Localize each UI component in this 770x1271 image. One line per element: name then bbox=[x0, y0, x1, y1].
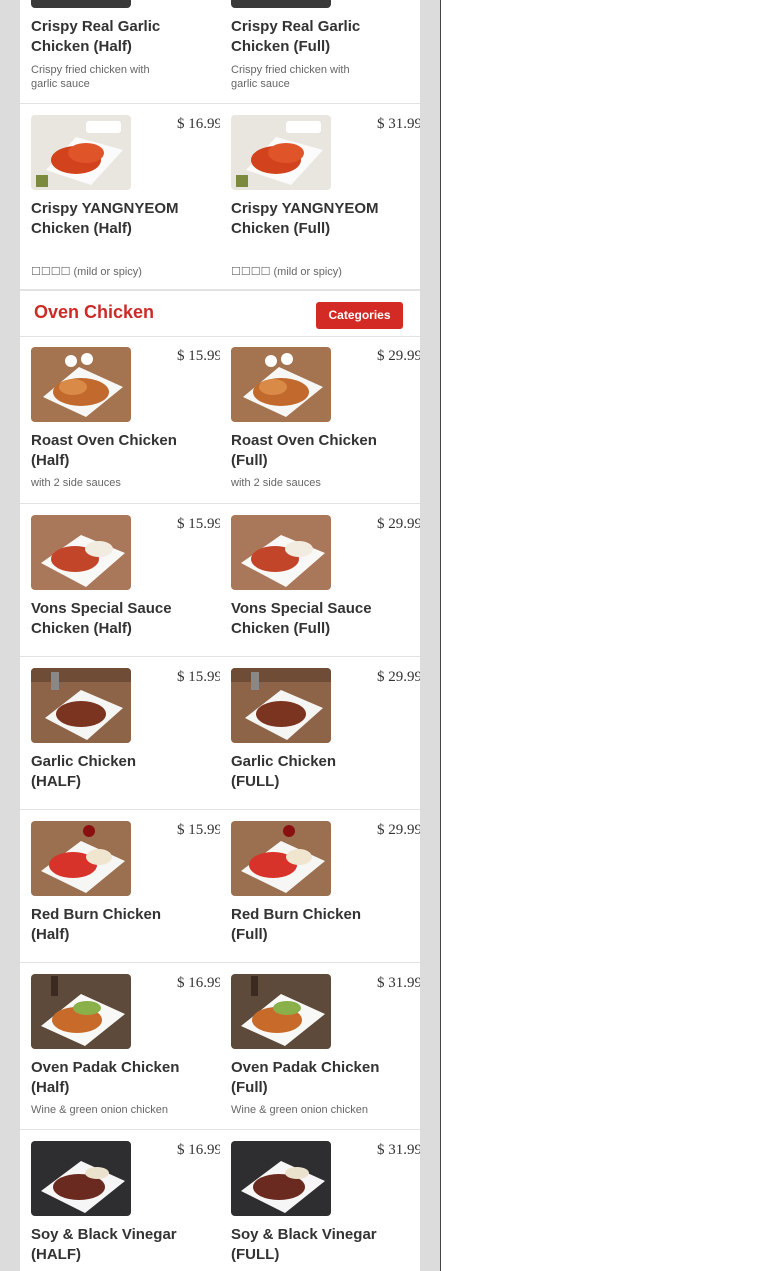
category-header: Oven Chicken Categories bbox=[20, 290, 420, 337]
menu-row: Crispy Real Garlic Chicken (Half) Crispy… bbox=[20, 0, 420, 104]
categories-button[interactable]: Categories bbox=[316, 302, 403, 329]
menu-item-vons-special-half[interactable]: $ 15.99 Vons Special Sauce Chicken (Half… bbox=[20, 504, 220, 656]
left-gutter bbox=[0, 0, 20, 1271]
item-name: Crispy Real Garlic Chicken (Full) bbox=[231, 18, 361, 55]
item-price: $ 15.99 bbox=[177, 516, 220, 532]
item-photo bbox=[231, 0, 331, 8]
item-photo bbox=[31, 347, 131, 422]
menu-item-oven-padak-full[interactable]: $ 31.99 Oven Padak Chicken (Full) Wine &… bbox=[220, 963, 420, 1129]
item-name: Oven Padak Chicken (Half) bbox=[31, 1059, 180, 1096]
menu-item-oven-padak-half[interactable]: $ 16.99 Oven Padak Chicken (Half) Wine &… bbox=[20, 963, 220, 1129]
menu-item-crispy-garlic-half[interactable]: Crispy Real Garlic Chicken (Half) Crispy… bbox=[20, 0, 220, 103]
item-photo bbox=[231, 668, 331, 743]
item-photo bbox=[31, 0, 131, 8]
pane-divider bbox=[440, 0, 441, 1271]
item-name: Crispy YANGNYEOM Chicken (Full) bbox=[231, 200, 379, 237]
item-photo bbox=[31, 1141, 131, 1216]
item-description: Wine & green onion chicken bbox=[31, 1104, 168, 1116]
menu-item-soy-vinegar-half[interactable]: $ 16.99 Soy & Black Vinegar (HALF) bbox=[20, 1130, 220, 1271]
item-price: $ 15.99 bbox=[177, 669, 220, 685]
item-name: Roast Oven Chicken (Half) bbox=[31, 432, 177, 469]
menu-item-yangnyeom-full[interactable]: $ 31.99 Crispy YANGNYEOM Chicken (Full) … bbox=[220, 104, 420, 289]
item-price: $ 15.99 bbox=[177, 348, 220, 364]
item-price: $ 16.99 bbox=[177, 975, 220, 991]
menu-row: $ 15.99 Vons Special Sauce Chicken (Half… bbox=[20, 504, 420, 657]
item-name: Oven Padak Chicken (Full) bbox=[231, 1059, 380, 1096]
item-name: Garlic Chicken (FULL) bbox=[231, 753, 337, 790]
menu-item-roast-oven-half[interactable]: $ 15.99 Roast Oven Chicken (Half) with 2… bbox=[20, 336, 220, 503]
item-price: $ 31.99 bbox=[377, 1142, 420, 1158]
item-price: $ 29.99 bbox=[377, 669, 420, 685]
item-price: $ 29.99 bbox=[377, 516, 420, 532]
menu-item-soy-vinegar-full[interactable]: $ 31.99 Soy & Black Vinegar (FULL) bbox=[220, 1130, 420, 1271]
item-photo bbox=[231, 115, 331, 190]
item-price: $ 29.99 bbox=[377, 348, 420, 364]
item-photo bbox=[231, 821, 331, 896]
item-name: Crispy Real Garlic Chicken (Half) bbox=[31, 18, 161, 55]
item-photo bbox=[31, 115, 131, 190]
category-title: Oven Chicken bbox=[34, 302, 155, 322]
menu-row: $ 16.99 Crispy YANGNYEOM Chicken (Half) … bbox=[20, 104, 420, 290]
item-description: ☐☐☐☐ (mild or spicy) bbox=[31, 266, 142, 278]
menu-panel[interactable]: Crispy Real Garlic Chicken (Half) Crispy… bbox=[20, 0, 420, 1271]
item-name: Red Burn Chicken (Full) bbox=[231, 906, 362, 943]
menu-item-garlic-half[interactable]: $ 15.99 Garlic Chicken (HALF) bbox=[20, 657, 220, 809]
menu-row: $ 15.99 Roast Oven Chicken (Half) with 2… bbox=[20, 336, 420, 504]
item-description: with 2 side sauces bbox=[231, 477, 321, 489]
item-price: $ 16.99 bbox=[177, 1142, 220, 1158]
item-photo bbox=[31, 974, 131, 1049]
menu-row: $ 16.99 Oven Padak Chicken (Half) Wine &… bbox=[20, 963, 420, 1130]
menu-item-garlic-full[interactable]: $ 29.99 Garlic Chicken (FULL) bbox=[220, 657, 420, 809]
item-photo bbox=[231, 1141, 331, 1216]
right-gutter bbox=[420, 0, 440, 1271]
menu-item-yangnyeom-half[interactable]: $ 16.99 Crispy YANGNYEOM Chicken (Half) … bbox=[20, 104, 220, 289]
item-photo bbox=[31, 821, 131, 896]
item-price: $ 16.99 bbox=[177, 116, 220, 132]
item-name: Vons Special Sauce Chicken (Full) bbox=[231, 600, 372, 637]
item-name: Red Burn Chicken (Half) bbox=[31, 906, 162, 943]
item-description: Wine & green onion chicken bbox=[231, 1104, 368, 1116]
menu-item-crispy-garlic-full[interactable]: Crispy Real Garlic Chicken (Full) Crispy… bbox=[220, 0, 420, 103]
item-description: Crispy fried chicken with garlic sauce bbox=[231, 64, 350, 90]
menu-row: $ 15.99 Garlic Chicken (HALF) $ 29.99 Ga… bbox=[20, 657, 420, 810]
item-description: Crispy fried chicken with garlic sauce bbox=[31, 64, 150, 90]
menu-item-vons-special-full[interactable]: $ 29.99 Vons Special Sauce Chicken (Full… bbox=[220, 504, 420, 656]
item-photo bbox=[231, 347, 331, 422]
item-price: $ 31.99 bbox=[377, 116, 420, 132]
item-name: Roast Oven Chicken (Full) bbox=[231, 432, 377, 469]
item-price: $ 29.99 bbox=[377, 822, 420, 838]
item-photo bbox=[231, 515, 331, 590]
item-description: ☐☐☐☐ (mild or spicy) bbox=[231, 266, 342, 278]
item-photo bbox=[31, 668, 131, 743]
item-name: Soy & Black Vinegar (HALF) bbox=[31, 1226, 177, 1263]
item-description: with 2 side sauces bbox=[31, 477, 121, 489]
menu-item-red-burn-half[interactable]: $ 15.99 Red Burn Chicken (Half) bbox=[20, 810, 220, 962]
menu-row: $ 15.99 Red Burn Chicken (Half) $ 29.99 … bbox=[20, 810, 420, 963]
item-photo bbox=[231, 974, 331, 1049]
item-price: $ 15.99 bbox=[177, 822, 220, 838]
item-name: Soy & Black Vinegar (FULL) bbox=[231, 1226, 377, 1263]
item-photo bbox=[31, 515, 131, 590]
item-name: Vons Special Sauce Chicken (Half) bbox=[31, 600, 172, 637]
item-price: $ 31.99 bbox=[377, 975, 420, 991]
item-name: Garlic Chicken (HALF) bbox=[31, 753, 137, 790]
menu-row: $ 16.99 Soy & Black Vinegar (HALF) $ 31.… bbox=[20, 1130, 420, 1271]
menu-item-roast-oven-full[interactable]: $ 29.99 Roast Oven Chicken (Full) with 2… bbox=[220, 336, 420, 503]
item-name: Crispy YANGNYEOM Chicken (Half) bbox=[31, 200, 179, 237]
menu-item-red-burn-full[interactable]: $ 29.99 Red Burn Chicken (Full) bbox=[220, 810, 420, 962]
